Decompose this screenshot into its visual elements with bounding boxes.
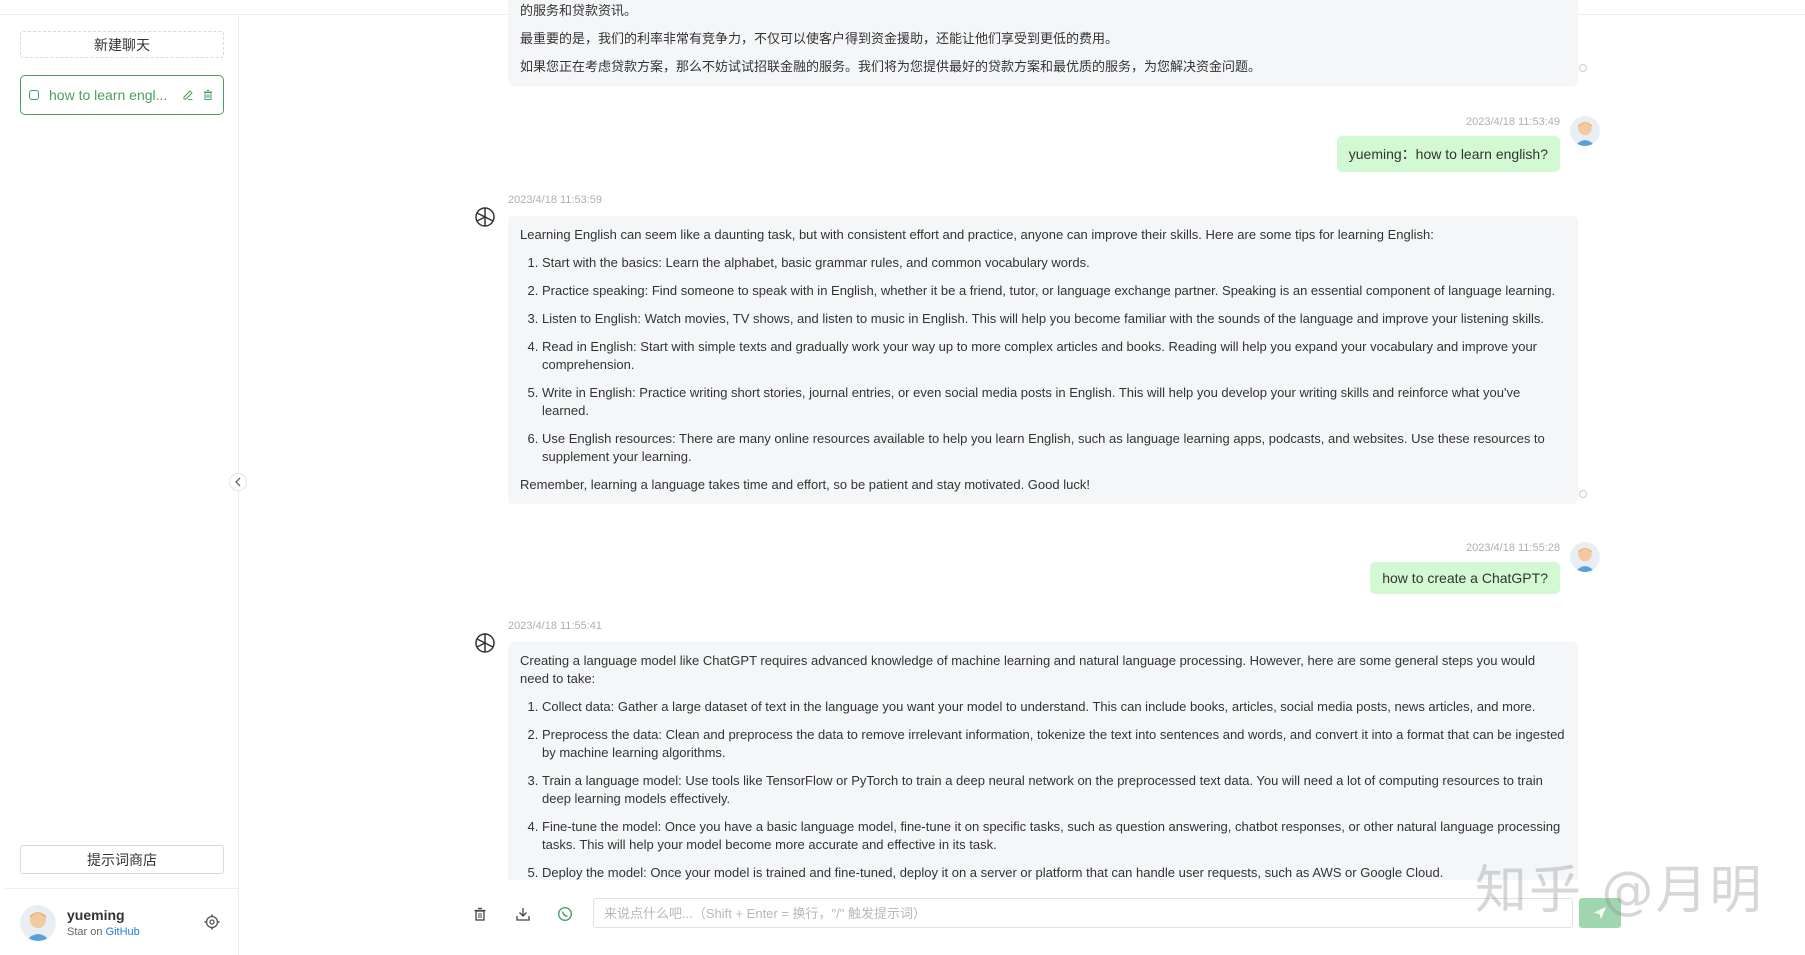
avatar xyxy=(1570,116,1600,146)
list-item: Train a language model: Use tools like T… xyxy=(542,772,1566,808)
sidebar: 新建聊天 how to learn engl... 提示词商店 yueming … xyxy=(5,15,239,955)
list-item: Preprocess the data: Clean and preproces… xyxy=(542,726,1566,762)
message-outro: Remember, learning a language takes time… xyxy=(520,477,1090,492)
chat-input[interactable] xyxy=(593,898,1573,928)
prompt-store-button[interactable]: 提示词商店 xyxy=(20,845,224,874)
trash-icon[interactable] xyxy=(201,88,215,102)
assistant-bubble: 的服务和贷款资讯。 最重要的是，我们的利率非常有竞争力，不仅可以使客户得到资金援… xyxy=(508,0,1578,86)
trash-icon[interactable] xyxy=(470,904,490,924)
history-item-title: how to learn engl... xyxy=(49,87,168,103)
gear-icon[interactable] xyxy=(203,913,221,931)
chat-icon xyxy=(29,90,39,100)
list-item: Collect data: Gather a large dataset of … xyxy=(542,698,1566,716)
user-subtitle: Star on GitHub xyxy=(67,926,140,938)
user-name: yueming xyxy=(67,907,125,923)
edit-icon[interactable] xyxy=(181,88,195,102)
message-timestamp: 2023/4/18 11:53:49 xyxy=(1466,116,1560,128)
assistant-message: 的服务和贷款资讯。 最重要的是，我们的利率非常有竞争力，不仅可以使客户得到资金援… xyxy=(508,0,1578,86)
whatsapp-icon[interactable] xyxy=(555,904,575,924)
history-item[interactable]: how to learn engl... xyxy=(20,75,224,115)
message-timestamp: 2023/4/18 11:55:28 xyxy=(1466,542,1560,554)
assistant-bubble: Creating a language model like ChatGPT r… xyxy=(508,642,1578,880)
list-item: Use English resources: There are many on… xyxy=(542,430,1566,466)
avatar[interactable] xyxy=(20,905,56,941)
download-icon[interactable] xyxy=(513,904,533,924)
openai-logo-icon xyxy=(472,630,498,656)
sidebar-divider xyxy=(5,888,238,889)
list-item: Listen to English: Watch movies, TV show… xyxy=(542,310,1566,328)
user-bubble: yueming：how to learn english? xyxy=(1336,136,1560,172)
list-item: Deploy the model: Once your model is tra… xyxy=(542,864,1566,880)
openai-logo-icon xyxy=(472,204,498,230)
user-bubble: how to create a ChatGPT? xyxy=(1370,562,1560,594)
assistant-message: 2023/4/18 11:53:59 Learning English can … xyxy=(475,194,1578,504)
more-options-icon[interactable] xyxy=(1579,64,1587,72)
message-list: Start with the basics: Learn the alphabe… xyxy=(520,254,1566,466)
github-link[interactable]: GitHub xyxy=(106,926,140,938)
assistant-message: 2023/4/18 11:55:41 Creating a language m… xyxy=(475,620,1578,880)
list-item: Read in English: Start with simple texts… xyxy=(542,338,1566,374)
list-item: Practice speaking: Find someone to speak… xyxy=(542,282,1566,300)
message-timestamp: 2023/4/18 11:55:41 xyxy=(508,620,602,632)
list-item: Write in English: Practice writing short… xyxy=(542,384,1566,420)
new-chat-button[interactable]: 新建聊天 xyxy=(20,31,224,58)
assistant-bubble: Learning English can seem like a dauntin… xyxy=(508,216,1578,504)
more-options-icon[interactable] xyxy=(1579,490,1587,498)
message-paragraph: 如果您正在考虑贷款方案，那么不妨试试招联金融的服务。我们将为您提供最好的贷款方案… xyxy=(520,59,1262,74)
message-paragraph: 最重要的是，我们的利率非常有竞争力，不仅可以使客户得到资金援助，还能让他们享受到… xyxy=(520,31,1119,46)
message-timestamp: 2023/4/18 11:53:59 xyxy=(508,194,602,206)
list-item: Fine-tune the model: Once you have a bas… xyxy=(542,818,1566,854)
list-item: Start with the basics: Learn the alphabe… xyxy=(542,254,1566,272)
message-intro: Learning English can seem like a dauntin… xyxy=(520,227,1434,242)
message-intro: Creating a language model like ChatGPT r… xyxy=(520,653,1536,686)
user-message: 2023/4/18 11:53:49 yueming：how to learn … xyxy=(1336,116,1600,172)
user-info: yueming Star on GitHub xyxy=(20,903,230,947)
avatar xyxy=(1570,542,1600,572)
message-list: Collect data: Gather a large dataset of … xyxy=(520,698,1566,880)
user-message: 2023/4/18 11:55:28 how to create a ChatG… xyxy=(1370,542,1600,594)
chat-area: 的服务和贷款资讯。 最重要的是，我们的利率非常有竞争力，不仅可以使客户得到资金援… xyxy=(238,0,1805,880)
message-paragraph: 的服务和贷款资讯。 xyxy=(520,3,638,18)
watermark: 知乎 @月明 xyxy=(1475,861,1764,921)
